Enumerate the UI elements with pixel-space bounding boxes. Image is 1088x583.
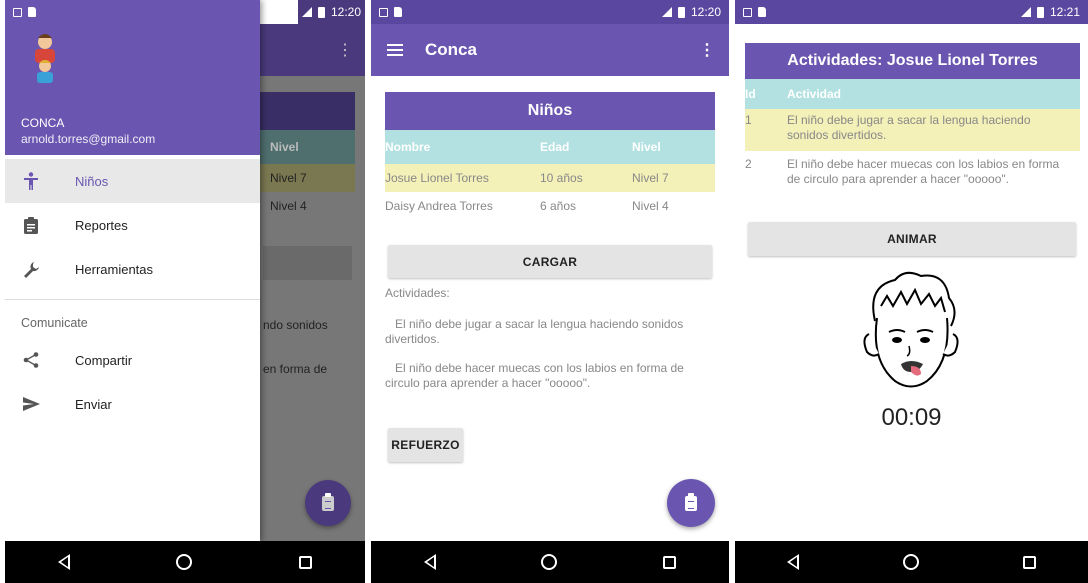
cell-id: 1 (745, 113, 752, 127)
notification-icon (743, 7, 752, 17)
recents-icon[interactable] (298, 555, 312, 569)
table-title: Niños (385, 92, 715, 130)
status-time: 12:21 (1049, 5, 1080, 19)
dimmed-table-header: Nivel (260, 130, 355, 164)
children-table: Niños Nombre Edad Nivel Josue Lionel Tor… (385, 92, 715, 220)
navigation-drawer: CONCA arnold.torres@gmail.com Niños Repo… (5, 0, 260, 541)
battery-icon (677, 6, 685, 18)
dimmed-table-title (260, 92, 355, 130)
status-time: 12:20 (690, 5, 721, 19)
reports-fab[interactable] (667, 479, 715, 527)
cell-nivel: Nivel 7 (632, 171, 669, 185)
drawer-user-email: arnold.torres@gmail.com (21, 132, 156, 146)
system-nav-bar (5, 541, 365, 583)
sdcard-icon (394, 7, 402, 17)
clipboard-icon (685, 492, 697, 511)
dimmed-row-1: Nivel 7 (260, 164, 355, 192)
signal-icon (661, 7, 672, 17)
table-title: Actividades: Josue Lionel Torres (745, 43, 1080, 79)
system-nav-bar (371, 541, 729, 583)
header-nombre: Nombre (385, 140, 431, 154)
activities-table: Actividades: Josue Lionel Torres Id Acti… (745, 43, 1080, 193)
header-actividad: Actividad (787, 87, 842, 101)
reinforce-button[interactable]: REFUERZO (388, 428, 463, 462)
cell-nombre: Daisy Andrea Torres (385, 199, 493, 213)
cell-actividad: El niño debe jugar a sacar la lengua hac… (787, 113, 1031, 142)
activities-label: Actividades: (385, 286, 450, 300)
dimmed-row-2: Nivel 4 (270, 199, 307, 213)
drawer-item-label: Herramientas (75, 261, 154, 277)
activity-text-2: El niño debe hacer muecas con los labios… (385, 361, 684, 390)
drawer-section-header: Comunicate (21, 316, 88, 330)
cell-nivel: Nivel 4 (632, 199, 669, 213)
drawer-item-reportes[interactable]: Reportes (5, 203, 260, 247)
app-title: Conca (425, 40, 477, 59)
overflow-menu-icon[interactable]: ⋮ (699, 40, 715, 60)
table-row[interactable]: 2 El niño debe hacer muecas con los labi… (745, 151, 1080, 193)
drawer-item-label: Reportes (75, 217, 128, 233)
signal-icon (1020, 7, 1031, 17)
dimmed-button (263, 246, 352, 280)
wrench-icon (21, 259, 41, 279)
header-nivel: Nivel (632, 140, 661, 154)
clipboard-icon (21, 215, 41, 235)
back-icon[interactable] (58, 554, 71, 570)
drawer-item-compartir[interactable]: Compartir (5, 338, 260, 382)
activity-text-1: El niño debe jugar a sacar la lengua hac… (385, 317, 684, 346)
screen-drawer: ⋮ Nivel Nivel 7 Nivel 4 ndo sonidos en f… (5, 0, 365, 583)
recents-icon[interactable] (1023, 555, 1036, 569)
dimmed-text-2: en forma de (263, 362, 328, 376)
header-edad: Edad (540, 140, 570, 154)
load-button[interactable]: CARGAR (388, 245, 712, 278)
drawer-item-ninos[interactable]: Niños (5, 159, 260, 203)
signal-icon (301, 7, 312, 17)
app-bar: Conca ⋮ (371, 24, 729, 76)
timer-display: 00:09 (881, 404, 942, 431)
system-nav-bar (735, 541, 1088, 583)
cell-id: 2 (745, 157, 752, 171)
back-icon[interactable] (423, 554, 436, 570)
share-icon (21, 350, 41, 370)
table-header: Id Actividad (745, 79, 1080, 109)
dimmed-text-1: ndo sonidos (263, 318, 328, 332)
animate-button[interactable]: ANIMAR (748, 222, 1076, 256)
cell-edad: 10 años (540, 171, 583, 185)
overflow-menu-icon: ⋮ (337, 42, 353, 59)
avatar (25, 32, 65, 84)
status-bar: 12:20 (371, 0, 729, 24)
child-icon (21, 171, 41, 191)
send-icon (21, 394, 41, 414)
table-header: Nombre Edad Nivel (385, 130, 715, 164)
header-id: Id (745, 87, 756, 101)
home-icon[interactable] (541, 554, 558, 570)
drawer-item-label: Niños (75, 173, 109, 189)
cell-actividad: El niño debe hacer muecas con los labios… (787, 157, 1060, 186)
drawer-divider (5, 299, 260, 300)
drawer-item-label: Enviar (75, 396, 112, 412)
notification-icon (379, 7, 388, 17)
home-icon[interactable] (176, 554, 193, 570)
drawer-user-name: CONCA (21, 116, 65, 130)
sdcard-icon (758, 7, 766, 17)
status-time: 12:20 (330, 5, 361, 19)
battery-icon (317, 6, 325, 18)
home-icon[interactable] (903, 554, 919, 570)
screen-detail: 12:21 Actividades: Josue Lionel Torres I… (735, 0, 1088, 583)
hamburger-menu-icon[interactable] (387, 44, 403, 56)
table-row[interactable]: Josue Lionel Torres 10 años Nivel 7 (385, 164, 715, 192)
table-row[interactable]: Daisy Andrea Torres 6 años Nivel 4 (385, 192, 715, 220)
drawer-item-enviar[interactable]: Enviar (5, 382, 260, 426)
status-bar: 12:21 (735, 0, 1088, 24)
screen-main: 12:20 Conca ⋮ Niños Nombre Edad Nivel Jo… (371, 0, 729, 583)
drawer-item-label: Compartir (75, 352, 133, 368)
recents-icon[interactable] (663, 555, 677, 569)
back-icon[interactable] (787, 554, 799, 570)
cell-edad: 6 años (540, 199, 577, 213)
drawer-item-herramientas[interactable]: Herramientas (5, 247, 260, 291)
battery-icon (1036, 6, 1044, 18)
table-row[interactable]: 1 El niño debe jugar a sacar la lengua h… (745, 109, 1080, 151)
face-illustration (855, 266, 967, 398)
cell-nombre: Josue Lionel Torres (385, 171, 489, 185)
dimmed-fab (305, 480, 351, 526)
